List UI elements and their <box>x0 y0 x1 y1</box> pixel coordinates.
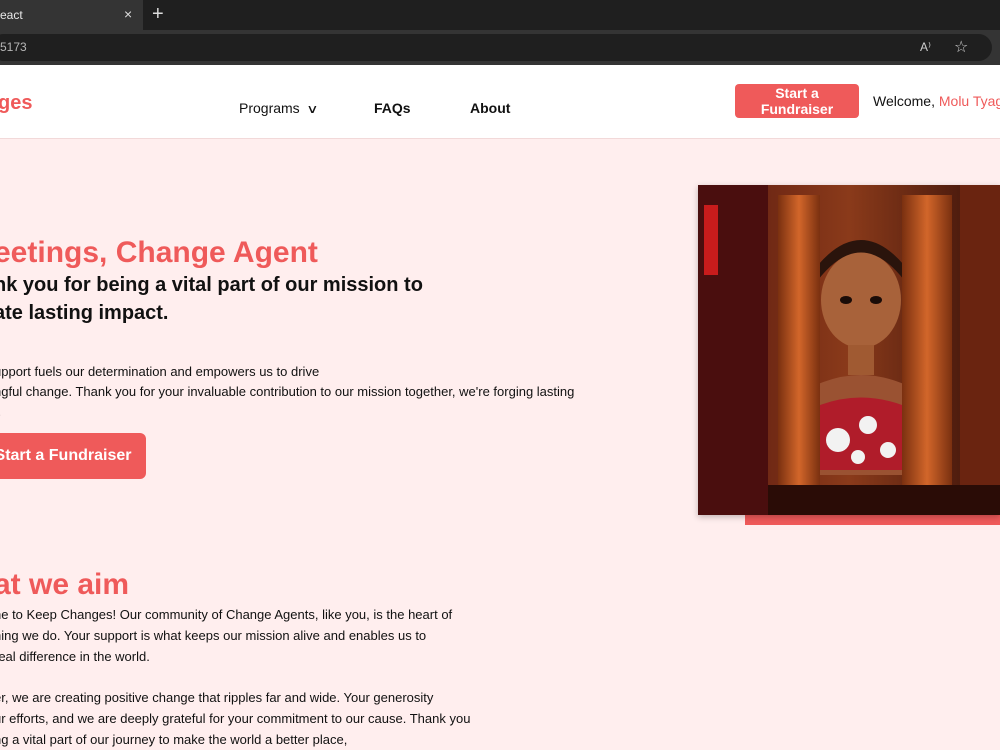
aim-title: at we aim <box>0 568 130 601</box>
hero-text: upport fuels our determination and empow… <box>0 364 575 419</box>
url-input[interactable]: 5173 A⁾ ☆ <box>0 34 992 61</box>
user-name[interactable]: Molu Tyag <box>939 93 1000 109</box>
browser-tab[interactable]: eact × <box>0 0 143 30</box>
aim-paragraph-2: er, we are creating positive change that… <box>0 690 471 747</box>
favorite-star-icon[interactable]: ☆ <box>954 37 968 57</box>
site-logo[interactable]: ges <box>0 92 32 115</box>
hero-subtitle: nk you for being a vital part of our mis… <box>0 274 423 324</box>
url-text: 5173 <box>0 40 27 54</box>
nav-faqs[interactable]: FAQs <box>374 100 411 116</box>
aim-paragraph-1: ne to Keep Changes! Our community of Cha… <box>0 607 453 664</box>
nav-about[interactable]: About <box>470 100 510 116</box>
start-fundraiser-hero-button[interactable]: Start a Fundraiser <box>0 433 146 479</box>
tab-title: eact <box>0 8 23 22</box>
address-bar: 5173 A⁾ ☆ <box>0 30 1000 65</box>
nav-programs[interactable]: Programs ∨ <box>239 100 319 116</box>
hero-title: eetings, Change Agent <box>0 236 318 269</box>
welcome-label: Welcome, <box>873 93 935 109</box>
start-fundraiser-header-button[interactable]: Start a Fundraiser <box>735 84 859 118</box>
nav-programs-label: Programs <box>239 100 300 116</box>
site-header: ges Programs ∨ FAQs About Start a Fundrai… <box>0 65 1000 139</box>
hero-photo <box>698 185 1000 515</box>
read-aloud-icon[interactable]: A⁾ <box>920 40 931 54</box>
new-tab-icon[interactable]: + <box>152 3 164 26</box>
chevron-down-icon: ∨ <box>305 102 319 116</box>
welcome-text: Welcome, Molu Tyag <box>873 93 1000 109</box>
browser-tab-bar: eact × + <box>0 0 1000 30</box>
close-icon[interactable]: × <box>124 6 132 22</box>
child-behind-bars-image <box>698 185 1000 515</box>
